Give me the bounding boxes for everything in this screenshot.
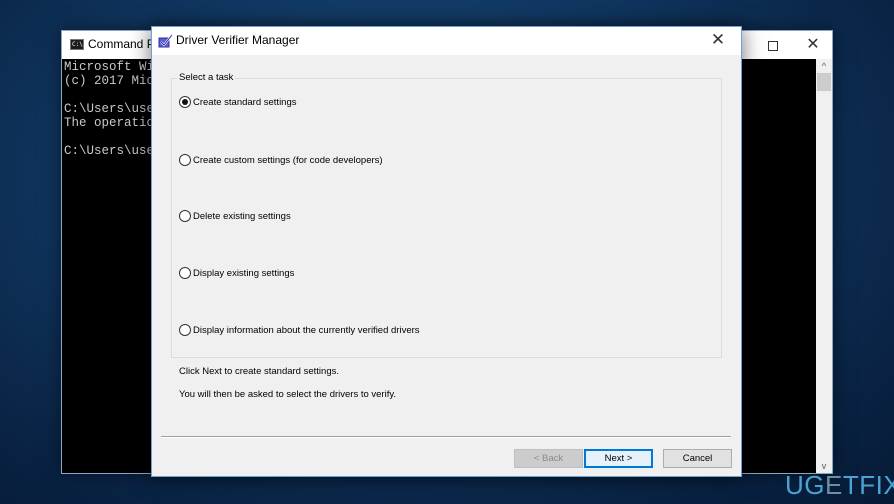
radio-button[interactable] (179, 154, 191, 166)
radio-button-selected[interactable] (179, 96, 191, 108)
back-button[interactable]: < Back (514, 449, 583, 468)
option-create-standard-settings[interactable]: Create standard settings (179, 96, 297, 108)
footer-divider (161, 436, 731, 438)
option-display-existing-settings[interactable]: Display existing settings (179, 267, 294, 279)
option-label: Display information about the currently … (193, 324, 420, 336)
info-text-2: You will then be asked to select the dri… (179, 389, 397, 400)
close-icon: ✕ (806, 36, 820, 53)
option-label: Delete existing settings (193, 210, 291, 222)
scroll-up-icon[interactable]: ^ (816, 59, 832, 73)
cmd-app-icon: C:\ (70, 39, 84, 50)
logo-part: UG (785, 470, 825, 500)
task-groupbox: Select a task Create standard settings C… (171, 72, 722, 358)
driver-verifier-dialog[interactable]: Driver Verifier Manager ✕ Select a task … (151, 26, 742, 477)
group-label: Select a task (177, 72, 236, 83)
option-display-verified-drivers-info[interactable]: Display information about the currently … (179, 324, 420, 336)
dialog-title: Driver Verifier Manager (176, 33, 300, 47)
option-label: Create custom settings (for code develop… (193, 154, 383, 166)
radio-button[interactable] (179, 267, 191, 279)
logo-part: TFIX (842, 470, 894, 500)
option-delete-existing-settings[interactable]: Delete existing settings (179, 210, 291, 222)
scrollbar-thumb[interactable] (817, 73, 831, 91)
info-text-1: Click Next to create standard settings. (179, 366, 339, 377)
maximize-icon (768, 41, 778, 51)
verifier-checkmark-icon (158, 34, 173, 48)
cmd-scrollbar[interactable]: ^ v (816, 59, 832, 473)
option-create-custom-settings[interactable]: Create custom settings (for code develop… (179, 154, 383, 166)
cancel-button[interactable]: Cancel (663, 449, 732, 468)
radio-dot (182, 99, 188, 105)
radio-button[interactable] (179, 210, 191, 222)
next-button[interactable]: Next > (584, 449, 653, 468)
maximize-button[interactable] (760, 35, 786, 57)
logo-part: E (825, 470, 843, 500)
cmd-close-button[interactable]: ✕ (800, 34, 826, 56)
option-label: Display existing settings (193, 267, 295, 279)
radio-button[interactable] (179, 324, 191, 336)
ugetfix-watermark-logo: UGETFIX (785, 472, 894, 498)
close-icon: ✕ (710, 30, 726, 49)
dialog-close-button[interactable]: ✕ (695, 27, 741, 55)
dialog-titlebar[interactable]: Driver Verifier Manager ✕ (152, 27, 741, 55)
option-label: Create standard settings (193, 96, 297, 108)
